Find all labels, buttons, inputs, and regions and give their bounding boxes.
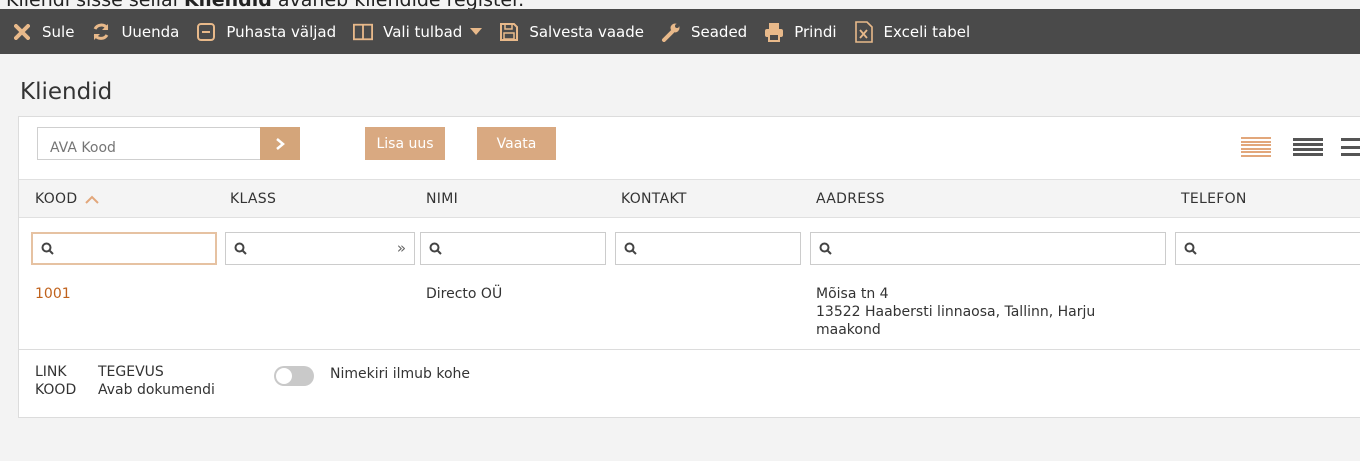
- refresh-icon: [91, 22, 111, 42]
- search-icon: [1184, 242, 1198, 256]
- columns-icon: [353, 22, 374, 42]
- toggle-label: Nimekiri ilmub kohe: [330, 366, 470, 382]
- choose-columns-button[interactable]: Vali tulbad: [353, 22, 483, 42]
- save-view-label: Salvesta vaade: [529, 22, 644, 41]
- close-label: Sule: [42, 22, 75, 41]
- wrench-icon: [661, 22, 681, 42]
- settings-label: Seaded: [690, 22, 748, 41]
- print-icon: [764, 22, 784, 42]
- col-header-kontakt[interactable]: KONTAKT: [621, 191, 687, 207]
- print-button[interactable]: Prindi: [764, 22, 837, 42]
- search-icon: [234, 242, 248, 256]
- search-icon: [41, 242, 55, 256]
- legend-action-label: Avab dokumendi: [98, 382, 215, 398]
- close-icon: [12, 22, 32, 42]
- close-button[interactable]: Sule: [12, 22, 74, 42]
- col-header-kood-label: KOOD: [35, 191, 78, 207]
- row-aadress-line2: 13522 Haabersti linnaosa, Tallinn, Harju: [816, 304, 1096, 320]
- choose-columns-label: Vali tulbad: [383, 22, 463, 41]
- filter-klass-input[interactable]: »: [225, 232, 415, 265]
- col-header-aadress[interactable]: AADRESS: [816, 191, 885, 207]
- refresh-label: Uuenda: [121, 22, 180, 41]
- excel-button[interactable]: Exceli tabel: [854, 20, 971, 43]
- add-new-button[interactable]: Lisa uus: [365, 127, 445, 160]
- toggle-knob: [276, 368, 292, 384]
- clear-fields-button[interactable]: Puhasta väljad: [196, 22, 336, 42]
- filter-telefon-input[interactable]: [1175, 232, 1360, 265]
- refresh-button[interactable]: Uuenda: [91, 22, 179, 42]
- top-caption: Kliendi sisse sellal Kliendid avaneb kli…: [6, 0, 524, 10]
- filter-kontakt-input[interactable]: [615, 232, 801, 265]
- legend-tegevus-label: TEGEVUS: [98, 364, 164, 380]
- double-chevron-right-icon[interactable]: »: [397, 239, 406, 257]
- filter-nimi-input[interactable]: [420, 232, 606, 265]
- save-view-button[interactable]: Salvesta vaade: [499, 22, 644, 42]
- view-button[interactable]: Vaata: [477, 127, 556, 160]
- settings-button[interactable]: Seaded: [661, 22, 747, 42]
- search-icon: [624, 242, 638, 256]
- filter-kood-input[interactable]: [31, 232, 217, 265]
- print-label: Prindi: [794, 22, 837, 41]
- col-header-kood[interactable]: KOOD: [35, 191, 100, 207]
- search-go-button[interactable]: [260, 127, 300, 160]
- col-header-telefon[interactable]: TELEFON: [1181, 191, 1247, 207]
- col-header-nimi[interactable]: NIMI: [426, 191, 458, 207]
- instant-list-toggle[interactable]: [274, 366, 314, 386]
- row-aadress-line3: maakond: [816, 322, 881, 338]
- legend-link-label: LINK: [35, 364, 67, 380]
- save-icon: [499, 22, 519, 42]
- row-nimi: Directo OÜ: [426, 286, 503, 302]
- row-aadress-line1: Mõisa tn 4: [816, 286, 889, 302]
- legend-kood-label: KOOD: [35, 382, 77, 398]
- legend-col2: TEGEVUS Avab dokumendi: [98, 363, 215, 399]
- page-title: Kliendid: [20, 79, 113, 105]
- filter-aadress-input[interactable]: [810, 232, 1166, 265]
- code-search-input[interactable]: [37, 127, 280, 160]
- toolbar: Sule Uuenda Puhasta väljad Vali tulbad S…: [0, 9, 1360, 54]
- clear-fields-label: Puhasta väljad: [226, 22, 337, 41]
- customers-panel: Lisa uus Vaata KOOD KLASS NIMI KONTAKT A…: [18, 116, 1360, 418]
- clear-icon: [196, 22, 216, 42]
- col-header-klass[interactable]: KLASS: [230, 191, 276, 207]
- chevron-right-icon: [275, 137, 285, 151]
- density-normal-icon[interactable]: [1293, 138, 1323, 156]
- search-icon: [429, 242, 443, 256]
- chevron-down-icon[interactable]: [470, 27, 483, 36]
- table-header: KOOD KLASS NIMI KONTAKT AADRESS TELEFON: [19, 179, 1360, 218]
- excel-label: Exceli tabel: [883, 22, 971, 41]
- sort-asc-icon: [85, 195, 100, 204]
- density-compact-icon[interactable]: [1241, 137, 1271, 157]
- search-icon: [819, 242, 833, 256]
- density-wide-icon[interactable]: [1341, 138, 1360, 156]
- excel-icon: [854, 20, 874, 43]
- row-divider: [19, 349, 1360, 350]
- row-kood-link[interactable]: 1001: [35, 286, 71, 303]
- legend-col1: LINK KOOD: [35, 363, 76, 399]
